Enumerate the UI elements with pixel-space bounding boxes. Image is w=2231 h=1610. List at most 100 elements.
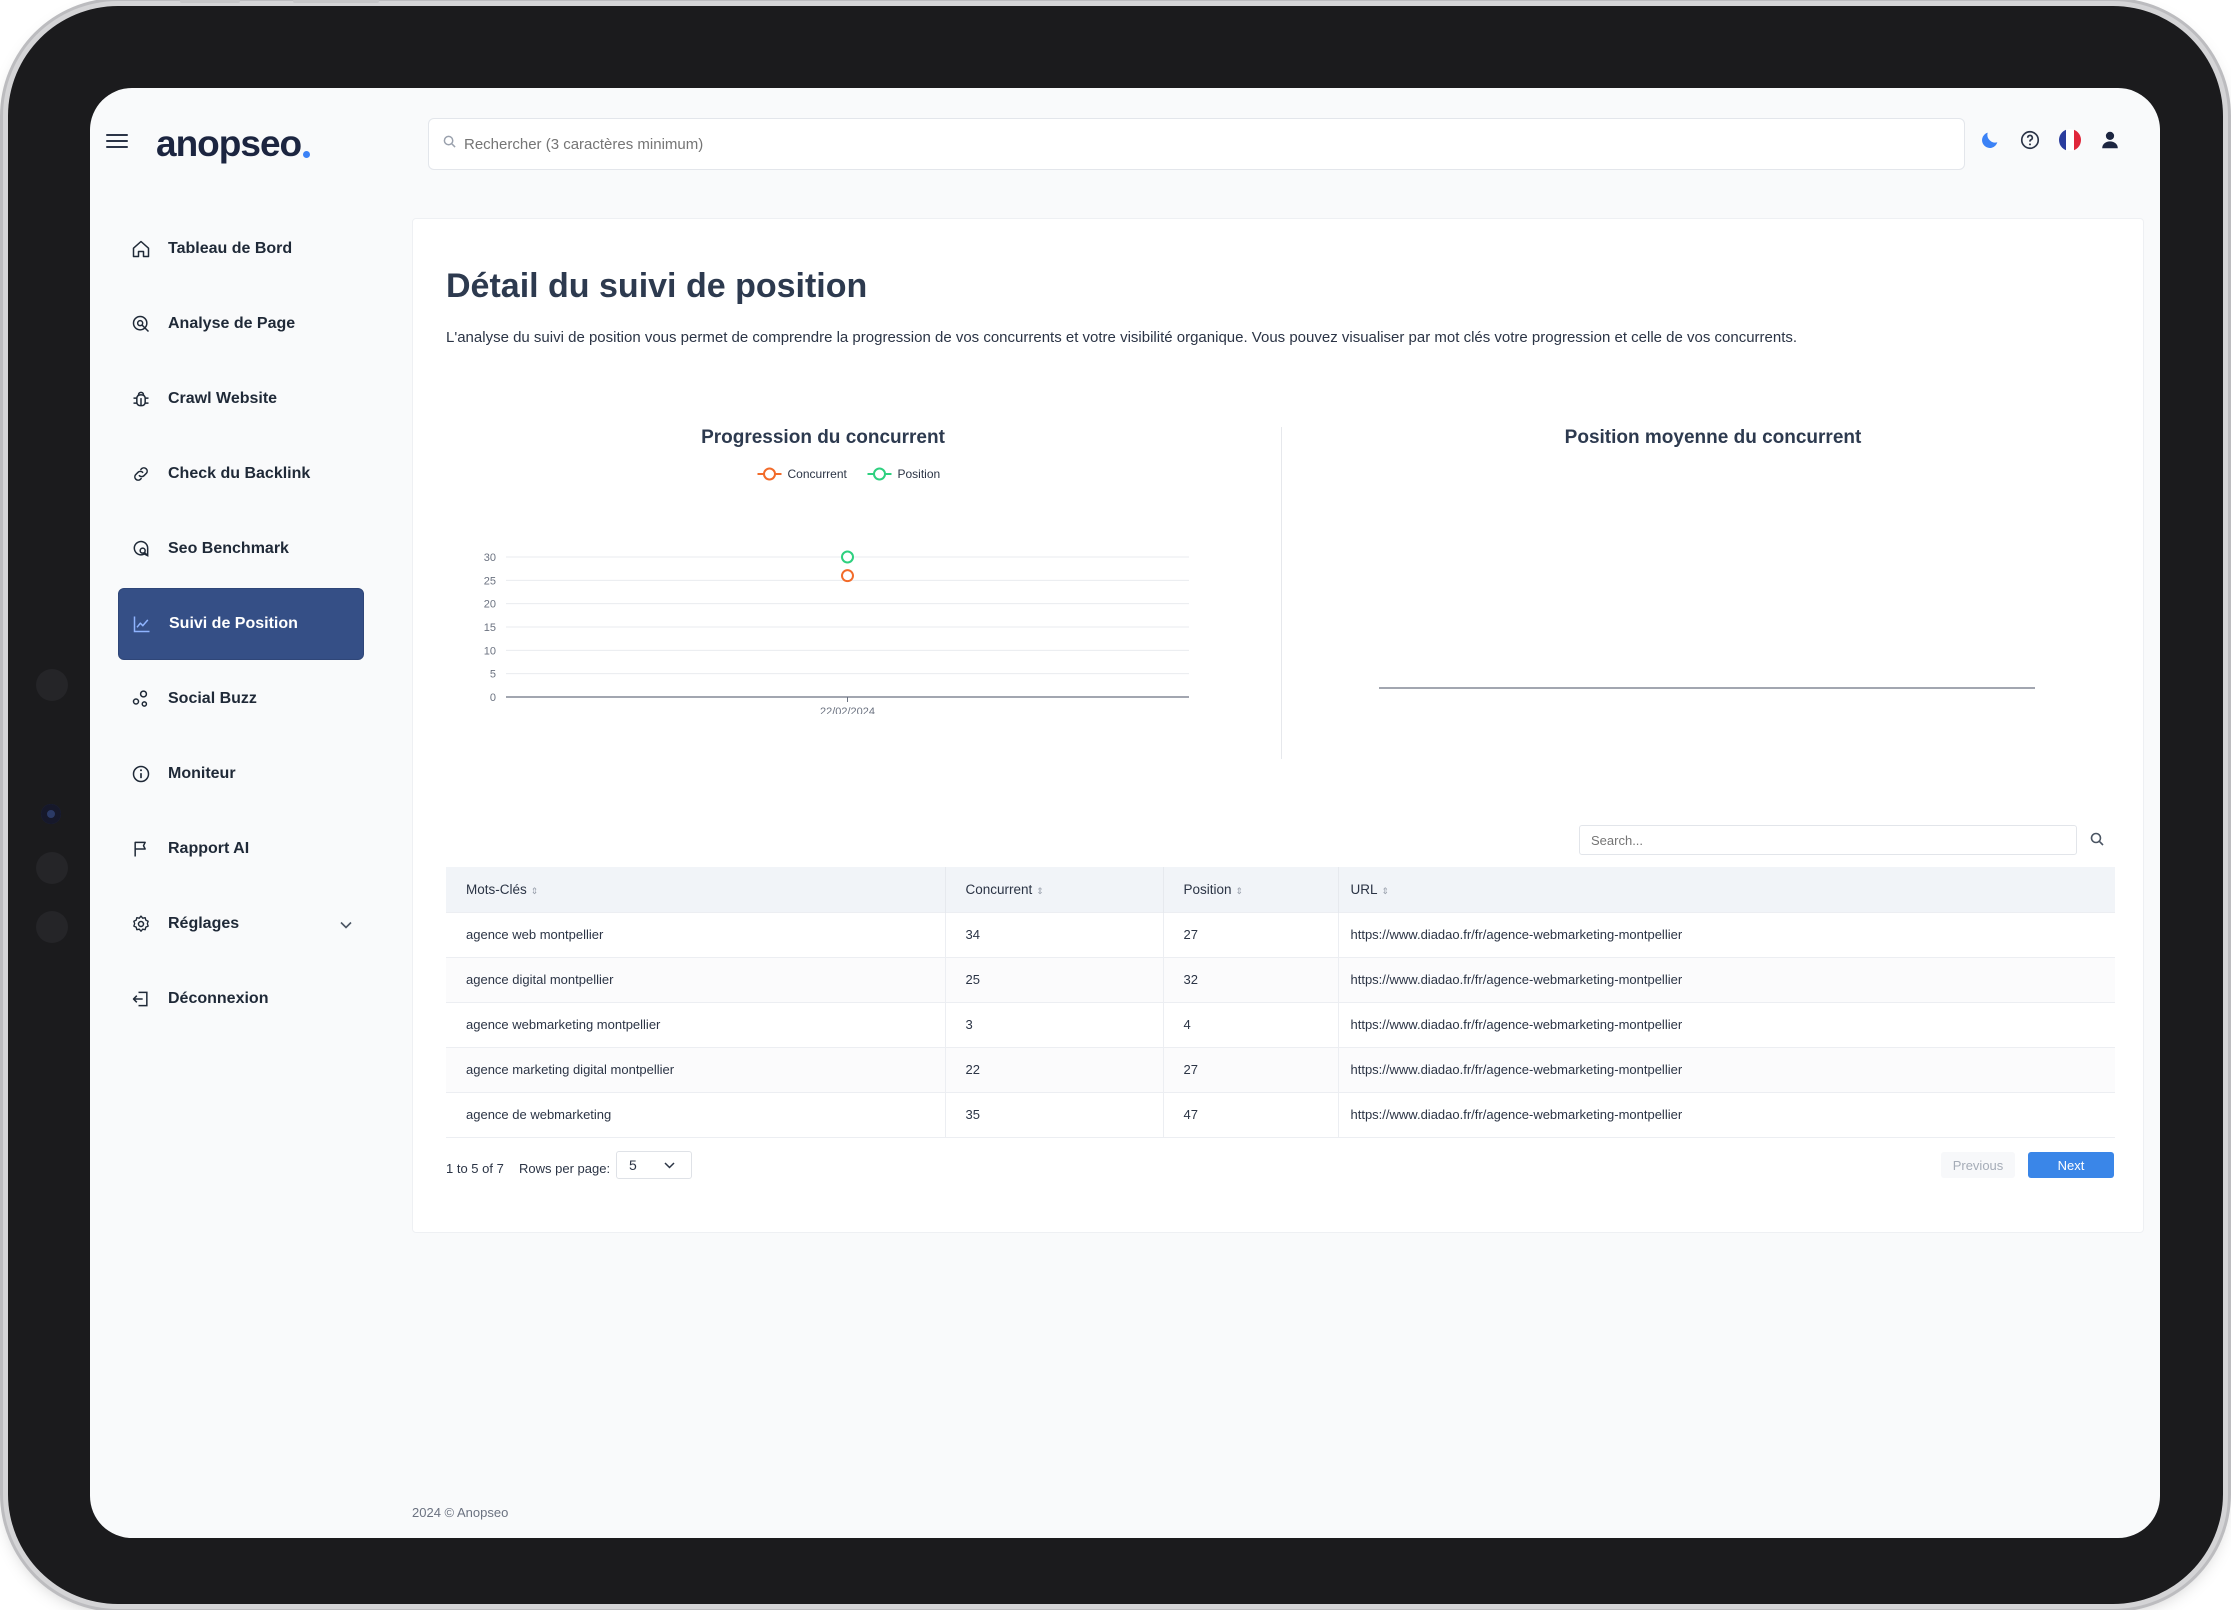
app-logo[interactable]: anopseo xyxy=(156,122,311,166)
tablet-frame: anopseo T xyxy=(8,0,2223,1604)
chevron-down-icon xyxy=(664,1162,675,1169)
sidebar-item-label: Tableau de Bord xyxy=(168,240,293,257)
flag-icon xyxy=(130,838,152,860)
cell-position: 47 xyxy=(1163,1091,1339,1137)
cell-url[interactable]: https://www.diadao.fr/fr/agence-webmarke… xyxy=(1338,1091,2115,1137)
y-tick-label: 10 xyxy=(484,645,496,657)
rows-per-page-select[interactable]: 5 xyxy=(616,1151,692,1179)
cell-keyword: agence marketing digital montpellier xyxy=(446,1046,946,1092)
search-icon xyxy=(443,135,456,153)
column-header-position[interactable]: Position ⇕ xyxy=(1163,867,1339,912)
device-sensor xyxy=(36,911,68,943)
column-header-url[interactable]: URL ⇕ xyxy=(1338,867,2115,912)
cell-position: 27 xyxy=(1163,911,1339,957)
sidebar-item-moniteur[interactable]: Moniteur xyxy=(118,738,364,810)
sidebar-item-label: Rapport AI xyxy=(168,840,250,857)
menu-icon[interactable] xyxy=(106,134,128,150)
table-row[interactable]: agence de webmarketing 35 47 https://www… xyxy=(446,1091,2115,1137)
sidebar-item-tableau-de-bord[interactable]: Tableau de Bord xyxy=(118,213,364,285)
bug-icon xyxy=(130,388,152,410)
cell-position: 4 xyxy=(1163,1001,1339,1047)
moon-icon[interactable] xyxy=(1978,128,2002,152)
chart-right-title: Position moyenne du concurrent xyxy=(1564,427,1862,448)
sidebar-item-check-du-backlink[interactable]: Check du Backlink xyxy=(118,438,364,510)
table-header-row: Mots-Clés ⇕ Concurrent ⇕ Position ⇕ URL ⇕ xyxy=(446,867,2115,912)
table-row[interactable]: agence web montpellier 34 27 https://www… xyxy=(446,911,2115,957)
legend-label: Concurrent xyxy=(788,467,848,481)
pagination-info: 1 to 5 of 7 xyxy=(446,1161,504,1176)
main-card: Détail du suivi de position L'analyse du… xyxy=(412,218,2144,1233)
sidebar-item-label: Moniteur xyxy=(168,765,236,782)
y-tick-label: 20 xyxy=(484,599,496,611)
sidebar-item-analyse-de-page[interactable]: Analyse de Page xyxy=(118,288,364,360)
column-header-label: Position xyxy=(1183,881,1232,897)
chart-position-moyenne xyxy=(1379,687,2035,689)
legend-marker xyxy=(763,467,776,481)
sidebar-item-crawl-website[interactable]: Crawl Website xyxy=(118,363,364,435)
sidebar-item-rapport-ai[interactable]: Rapport AI xyxy=(118,813,364,885)
y-tick-label: 5 xyxy=(490,669,496,681)
global-search-input[interactable] xyxy=(456,135,1964,153)
cell-concurrent: 3 xyxy=(945,1001,1164,1047)
help-icon[interactable] xyxy=(2018,128,2042,152)
sidebar-item-reglages[interactable]: Réglages xyxy=(118,888,364,960)
column-header-label: Concurrent xyxy=(965,881,1033,897)
device-button xyxy=(293,0,379,3)
table-row[interactable]: agence webmarketing montpellier 3 4 http… xyxy=(446,1001,2115,1047)
column-header-mots-cles[interactable]: Mots-Clés ⇕ xyxy=(446,867,946,912)
sidebar-item-label: Déconnexion xyxy=(168,990,269,1007)
cell-keyword: agence web montpellier xyxy=(446,911,946,957)
device-sensor xyxy=(36,669,68,701)
cell-concurrent: 35 xyxy=(945,1091,1164,1137)
sidebar-item-deconnexion[interactable]: Déconnexion xyxy=(118,963,364,1035)
previous-button[interactable]: Previous xyxy=(1941,1152,2015,1178)
sort-icon: ⇕ xyxy=(530,885,539,896)
y-tick-label: 25 xyxy=(484,575,496,587)
sidebar-item-label: Check du Backlink xyxy=(168,465,311,482)
y-tick-label: 0 xyxy=(490,692,496,704)
sidebar-item-label: Analyse de Page xyxy=(168,315,296,332)
cell-url[interactable]: https://www.diadao.fr/fr/agence-webmarke… xyxy=(1338,1046,2115,1092)
data-point xyxy=(841,569,854,583)
sidebar-item-seo-benchmark[interactable]: Seo Benchmark xyxy=(118,513,364,585)
x-tick-label: 22/02/2024 xyxy=(820,706,875,714)
chevron-down-icon[interactable] xyxy=(340,916,352,934)
column-header-label: Mots-Clés xyxy=(466,881,527,897)
home-icon xyxy=(130,238,152,260)
sidebar-item-label: Suivi de Position xyxy=(169,615,298,632)
cell-url[interactable]: https://www.diadao.fr/fr/agence-webmarke… xyxy=(1338,956,2115,1002)
device-sensor xyxy=(36,852,68,884)
user-icon[interactable] xyxy=(2098,128,2122,152)
search-icon[interactable] xyxy=(2090,832,2104,851)
gear-icon xyxy=(130,913,152,935)
page-search-icon xyxy=(130,313,152,335)
y-tick-label: 30 xyxy=(484,552,496,564)
cell-position: 32 xyxy=(1163,956,1339,1002)
sort-icon: ⇕ xyxy=(1036,885,1044,896)
sidebar-item-suivi-de-position[interactable]: Suivi de Position xyxy=(118,588,364,660)
camera-lens xyxy=(41,804,61,824)
sidebar-nav: Tableau de Bord Analyse de Page Crawl We… xyxy=(118,213,364,1038)
global-search-bar[interactable] xyxy=(428,118,1965,170)
next-button[interactable]: Next xyxy=(2028,1152,2114,1178)
y-tick-label: 15 xyxy=(484,622,496,634)
cell-keyword: agence digital montpellier xyxy=(446,956,946,1002)
cell-position: 27 xyxy=(1163,1046,1339,1092)
cell-url[interactable]: https://www.diadao.fr/fr/agence-webmarke… xyxy=(1338,911,2115,957)
table-row[interactable]: agence marketing digital montpellier 22 … xyxy=(446,1046,2115,1092)
info-icon xyxy=(130,763,152,785)
table-search[interactable] xyxy=(1579,825,2077,855)
sidebar-item-social-buzz[interactable]: Social Buzz xyxy=(118,663,364,735)
cell-url[interactable]: https://www.diadao.fr/fr/agence-webmarke… xyxy=(1338,1001,2115,1047)
sidebar-item-label: Social Buzz xyxy=(168,690,257,707)
page-description: L'analyse du suivi de position vous perm… xyxy=(446,329,1798,346)
chart-left-title: Progression du concurrent xyxy=(701,427,945,448)
device-button xyxy=(180,0,240,3)
table-row[interactable]: agence digital montpellier 25 32 https:/… xyxy=(446,956,2115,1002)
french-flag-icon[interactable] xyxy=(2058,128,2082,152)
cell-concurrent: 25 xyxy=(945,956,1164,1002)
column-header-label: URL xyxy=(1350,881,1378,897)
table-search-input[interactable] xyxy=(1580,826,2076,854)
column-header-concurrent[interactable]: Concurrent ⇕ xyxy=(945,867,1164,912)
keywords-table: Mots-Clés ⇕ Concurrent ⇕ Position ⇕ URL ⇕ ag… xyxy=(446,867,2115,1138)
